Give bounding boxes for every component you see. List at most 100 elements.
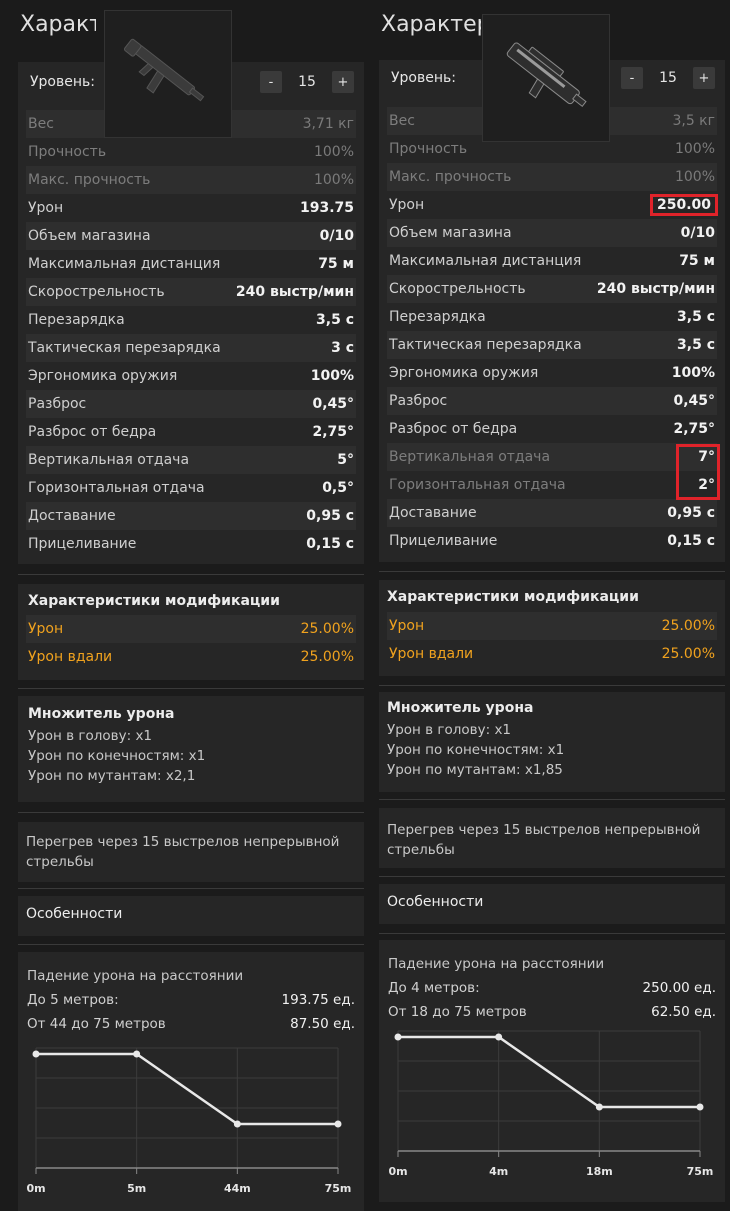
x-tick-label: 4m (489, 1165, 508, 1178)
stat-value: 0,15 с (306, 536, 354, 552)
data-point (233, 1120, 241, 1128)
mod-row: Урон 25.00% (387, 612, 717, 640)
stat-label: Тактическая перезарядка (28, 340, 221, 356)
mods-title: Характеристики модификации (387, 589, 639, 605)
damage-series-line (398, 1035, 700, 1109)
stat-label: Перезарядка (28, 312, 125, 328)
stat-value: 75 м (318, 256, 354, 272)
rifle-image-icon (506, 42, 587, 108)
stat-label: Урон (389, 197, 425, 213)
level-increase-button[interactable]: + (332, 71, 354, 93)
stat-row: Урон 193.75 (26, 194, 356, 222)
rifle-image-icon (123, 38, 205, 102)
stat-value: 3,5 кг (672, 113, 715, 129)
falloff-row: От 44 до 75 метров 87.50 ед. (27, 1012, 355, 1036)
overheat-panel: Перегрев через 15 выстрелов непрерывной … (379, 808, 725, 868)
stat-row: Разброс от бедра 2,75° (387, 415, 717, 443)
stat-label: Доставание (389, 505, 477, 521)
x-tick-label: 0m (388, 1165, 407, 1178)
features-panel[interactable]: Особенности (18, 896, 364, 936)
stat-row: Разброс 0,45° (387, 387, 717, 415)
stat-label: Макс. прочность (389, 169, 512, 185)
falloff-row: До 5 метров: 193.75 ед. (27, 988, 355, 1012)
level-stepper: - 15 + (621, 67, 715, 89)
falloff-chart-svg: 0m 5m 44m 75m (26, 1047, 351, 1195)
stat-value: 5° (337, 452, 354, 468)
multiplier-title: Множитель урона (387, 700, 534, 716)
level-decrease-button[interactable]: - (260, 71, 282, 93)
features-title: Особенности (387, 894, 484, 910)
falloff-title: Падение урона на расстоянии (27, 968, 244, 984)
stat-value: 0/10 (680, 225, 715, 241)
level-increase-button[interactable]: + (693, 67, 715, 89)
stat-value: 250.00 (649, 194, 719, 216)
falloff-label: От 44 до 75 метров (27, 1016, 166, 1032)
stat-label: Прицеливание (389, 533, 498, 549)
weapon-stats-column-left: Характеристики Уровень: - 15 + Вес 3,71 к… (18, 0, 364, 1211)
features-panel[interactable]: Особенности (379, 884, 725, 924)
mod-value: 25.00% (661, 646, 715, 662)
stat-value: 2,75° (673, 421, 715, 437)
stat-label: Эргономика оружия (389, 365, 539, 381)
stat-label: Разброс от бедра (389, 421, 518, 437)
stat-label: Доставание (28, 508, 116, 524)
damage-falloff-chart: 0m 4m 18m 75m (388, 1029, 720, 1185)
stat-row: Доставание 0,95 с (26, 502, 356, 530)
stat-row: Урон 250.00 (387, 191, 719, 219)
stat-value: 3 с (331, 340, 354, 356)
data-point (32, 1050, 40, 1058)
stat-label: Скорострельность (28, 284, 165, 300)
mod-label: Урон вдали (28, 649, 113, 665)
falloff-row: От 18 до 75 метров 62.50 ед. (388, 1000, 716, 1024)
overheat-panel: Перегрев через 15 выстрелов непрерывной … (18, 822, 364, 882)
stat-row: Прицеливание 0,15 с (26, 530, 356, 558)
stat-label: Эргономика оружия (28, 368, 178, 384)
level-label: Уровень: (391, 70, 456, 86)
weapon-thumbnail[interactable] (104, 10, 232, 138)
overheat-text: Перегрев через 15 выстрелов непрерывной … (26, 834, 340, 870)
multiplier-line: Урон по мутантам: x1,85 (387, 762, 563, 778)
damage-multiplier-panel: Множитель урона Урон в голову: x1 Урон по… (379, 692, 725, 792)
stat-label: Вертикальная отдача (389, 449, 551, 465)
stat-row: Эргономика оружия 100% (26, 362, 356, 390)
stat-value: 2,75° (312, 424, 354, 440)
falloff-value: 62.50 ед. (651, 1004, 716, 1020)
mod-value: 25.00% (300, 649, 354, 665)
stat-value: 100% (674, 169, 715, 185)
stat-label: Вертикальная отдача (28, 452, 190, 468)
x-tick-label: 5m (127, 1182, 146, 1195)
stat-value: 100% (313, 144, 354, 160)
multiplier-line: Урон по мутантам: x2,1 (28, 768, 196, 784)
stat-value: 3,5 с (677, 309, 715, 325)
falloff-value: 250.00 ед. (642, 980, 716, 996)
data-point (133, 1050, 141, 1058)
weapon-thumbnail[interactable] (482, 14, 610, 142)
mods-list: Урон 25.00% Урон вдали 25.00% (26, 615, 356, 671)
stat-row: Эргономика оружия 100% (387, 359, 717, 387)
stat-value: 193.75 (299, 200, 354, 216)
recoil-highlight-box (676, 444, 720, 500)
stat-row: Прочность 100% (26, 138, 356, 166)
level-decrease-button[interactable]: - (621, 67, 643, 89)
features-title: Особенности (26, 906, 123, 922)
level-value: 15 (298, 74, 316, 90)
falloff-value: 193.75 ед. (281, 992, 355, 1008)
x-tick-label: 18m (586, 1165, 613, 1178)
damage-multiplier-panel: Множитель урона Урон в голову: x1 Урон по… (18, 696, 364, 802)
stat-label: Прочность (28, 144, 107, 160)
stat-label: Макс. прочность (28, 172, 151, 188)
stat-row: Разброс от бедра 2,75° (26, 418, 356, 446)
falloff-label: До 4 метров: (388, 980, 480, 996)
stat-value: 100% (310, 368, 354, 384)
data-point (696, 1103, 704, 1111)
multiplier-line: Урон в голову: x1 (387, 722, 512, 738)
stat-row: Прицеливание 0,15 с (387, 527, 717, 555)
stat-value: 3,5 с (677, 337, 715, 353)
stat-value: 100% (671, 365, 715, 381)
x-tick-label: 44m (224, 1182, 251, 1195)
mod-label: Урон (389, 618, 425, 634)
data-point (595, 1103, 603, 1111)
stat-value: 3,5 с (316, 312, 354, 328)
x-tick-label: 75m (687, 1165, 714, 1178)
multiplier-line: Урон по конечностям: x1 (387, 742, 565, 758)
